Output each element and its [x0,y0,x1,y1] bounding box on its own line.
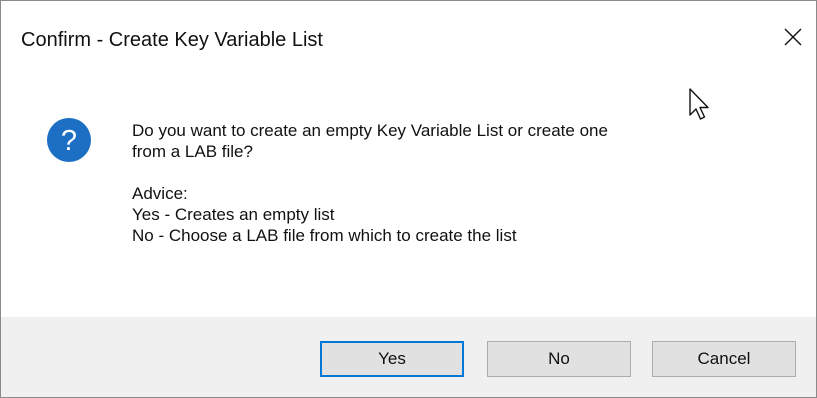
no-button[interactable]: No [487,341,631,377]
yes-button[interactable]: Yes [320,341,464,377]
mouse-pointer-icon [689,88,709,120]
message-text: Do you want to create an empty Key Varia… [132,120,792,246]
cancel-button[interactable]: Cancel [652,341,796,377]
advice-heading: Advice: [132,184,188,203]
confirm-dialog: Confirm - Create Key Variable List ? Do … [0,0,817,398]
svg-text:?: ? [61,125,77,157]
close-icon [784,28,802,46]
close-button[interactable] [770,11,816,63]
message-line-2: from a LAB file? [132,142,253,161]
question-icon: ? [47,118,91,162]
button-bar: Yes No Cancel [1,317,816,397]
window-title: Confirm - Create Key Variable List [21,29,323,51]
title-bar[interactable]: Confirm - Create Key Variable List [1,1,816,79]
advice-no: No - Choose a LAB file from which to cre… [132,226,517,245]
advice-yes: Yes - Creates an empty list [132,205,335,224]
message-line-1: Do you want to create an empty Key Varia… [132,121,608,140]
